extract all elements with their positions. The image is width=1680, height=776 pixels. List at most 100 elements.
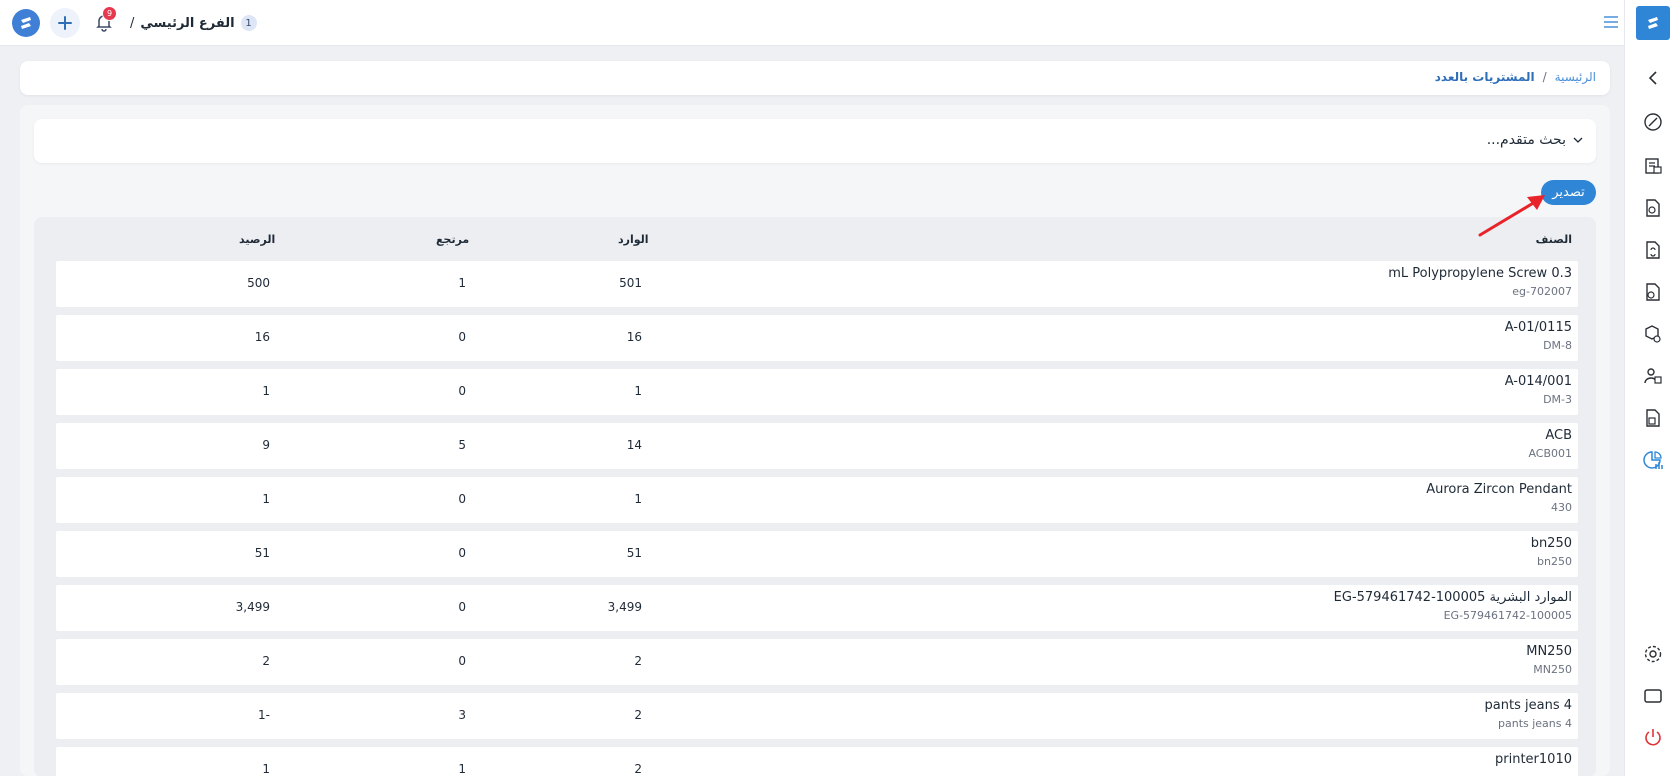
item-name: bn250 [1530,536,1572,551]
delivery-truck-icon[interactable] [1641,322,1665,346]
balance-value: 3,499 [235,600,270,614]
item-code: 430 [1551,501,1572,514]
item-name: Aurora Zircon Pendant [1426,482,1572,497]
item-name: printer1010 [1495,752,1572,767]
item-name: A-014/001 [1504,374,1572,389]
header-incoming: الوارد [618,233,649,246]
table-row[interactable]: printer1010 2 1 1 [56,747,1578,776]
item-code: ACB001 [1528,447,1572,460]
returned-value: 0 [458,330,466,344]
incoming-value: 501 [619,276,642,290]
returned-value: 5 [458,438,466,452]
incoming-value: 16 [626,330,642,344]
app-logo-icon[interactable] [12,9,40,37]
item-name: mL Polypropylene Screw 0.3 [1388,266,1572,281]
notification-badge: 9 [102,6,117,21]
item-code: MN250 [1533,663,1572,676]
balance-value: 1 [262,762,270,776]
table-row[interactable]: bn250 bn250 51 0 51 [56,531,1578,577]
balance-value: 1- [258,708,270,722]
item-name: MN250 [1526,644,1572,659]
item-code: pants jeans 4 [1498,717,1572,730]
balance-value: 1 [262,492,270,506]
branch-name: الفرع الرئيسي [140,15,235,31]
incoming-value: 2 [634,708,642,722]
incoming-value: 1 [634,384,642,398]
annotation-arrow [1478,195,1545,237]
invoice-icon[interactable] [1641,238,1665,262]
item-code: DM-3 [1543,393,1572,406]
balance-value: 16 [254,330,270,344]
item-code: DM-8 [1543,339,1572,352]
reports-chart-icon[interactable] [1641,448,1665,472]
returned-value: 1 [458,276,466,290]
advanced-search-toggle[interactable]: بحث متقدم... [1487,132,1584,148]
incoming-value: 14 [626,438,642,452]
table-row[interactable]: A-01/0115 DM-8 16 0 16 [56,315,1578,361]
main-panel: بحث متقدم... تصدير الصنف الوارد مرتجع ال… [20,105,1610,776]
item-name: ACB [1545,428,1572,443]
sidebar [1624,0,1680,776]
balance-value: 500 [247,276,270,290]
incoming-value: 1 [634,492,642,506]
branch-number: 1 [240,15,257,31]
settings-gear-icon[interactable] [1641,642,1665,666]
advanced-search-panel[interactable]: بحث متقدم... [34,119,1596,163]
table-row[interactable]: MN250 MN250 2 0 2 [56,639,1578,685]
users-icon[interactable] [1641,364,1665,388]
returned-value: 3 [458,708,466,722]
returned-value: 0 [458,492,466,506]
header-returned: مرتجع [436,233,470,246]
item-name: pants jeans 4 [1484,698,1572,713]
dashboard-gauge-icon[interactable] [1641,110,1665,134]
item-code: eg-702007 [1512,285,1572,298]
incoming-value: 2 [634,762,642,776]
header-balance: الرصيد [239,233,276,246]
incoming-value: 3,499 [607,600,642,614]
chevron-down-icon [1573,137,1583,143]
branch-selector[interactable]: 1 الفرع الرئيسي / [130,12,257,34]
add-button[interactable] [50,8,80,38]
returned-value: 0 [458,654,466,668]
breadcrumb-home-link[interactable]: الرئيسية [1555,70,1596,84]
item-code: EG-579461742-100005 [1443,609,1572,622]
breadcrumb-separator: / [1542,70,1547,84]
inventory-icon[interactable] [1641,154,1665,178]
item-code: bn250 [1537,555,1572,568]
incoming-value: 2 [634,654,642,668]
returned-value: 1 [458,762,466,776]
returned-value: 0 [458,546,466,560]
balance-value: 9 [262,438,270,452]
table-row[interactable]: Aurora Zircon Pendant 430 1 0 1 [56,477,1578,523]
breadcrumb: الرئيسية / المشتريات بالعدد [1435,70,1596,84]
item-name: EG-579461742-100005 الموارد البشرية [1333,590,1572,605]
brand-logo-icon[interactable] [1636,6,1670,40]
table-header: الصنف الوارد مرتجع الرصيد [56,229,1578,253]
balance-value: 1 [262,384,270,398]
incoming-value: 51 [626,546,642,560]
report-table: الصنف الوارد مرتجع الرصيد mL Polypropyle… [34,217,1596,776]
table-row[interactable]: mL Polypropylene Screw 0.3 eg-702007 501 1 5… [56,261,1578,307]
advanced-search-label: بحث متقدم... [1486,132,1566,148]
breadcrumb-current: المشتريات بالعدد [1434,70,1535,84]
box-document-icon[interactable] [1641,406,1665,430]
table-row[interactable]: A-014/001 DM-3 1 0 1 [56,369,1578,415]
branch-separator: / [130,15,135,31]
purchase-document-icon[interactable] [1641,280,1665,304]
power-icon[interactable] [1641,725,1665,749]
breadcrumb-card: الرئيسية / المشتريات بالعدد [20,61,1610,95]
returned-value: 0 [458,384,466,398]
collapse-chevron-icon[interactable] [1641,66,1665,90]
table-row[interactable]: pants jeans 4 pants jeans 4 2 3 1- [56,693,1578,739]
top-bar: 9 1 الفرع الرئيسي / [0,0,1624,46]
table-row[interactable]: ACB ACB001 14 5 9 [56,423,1578,469]
balance-value: 51 [254,546,270,560]
returned-value: 0 [458,600,466,614]
hamburger-menu-icon[interactable] [1601,12,1621,32]
balance-value: 2 [262,654,270,668]
search-document-icon[interactable] [1641,196,1665,220]
item-name: A-01/0115 [1504,320,1572,335]
table-row[interactable]: EG-579461742-100005 الموارد البشرية EG-57… [56,585,1578,631]
plus-icon [58,16,72,30]
display-screen-icon[interactable] [1641,684,1665,708]
